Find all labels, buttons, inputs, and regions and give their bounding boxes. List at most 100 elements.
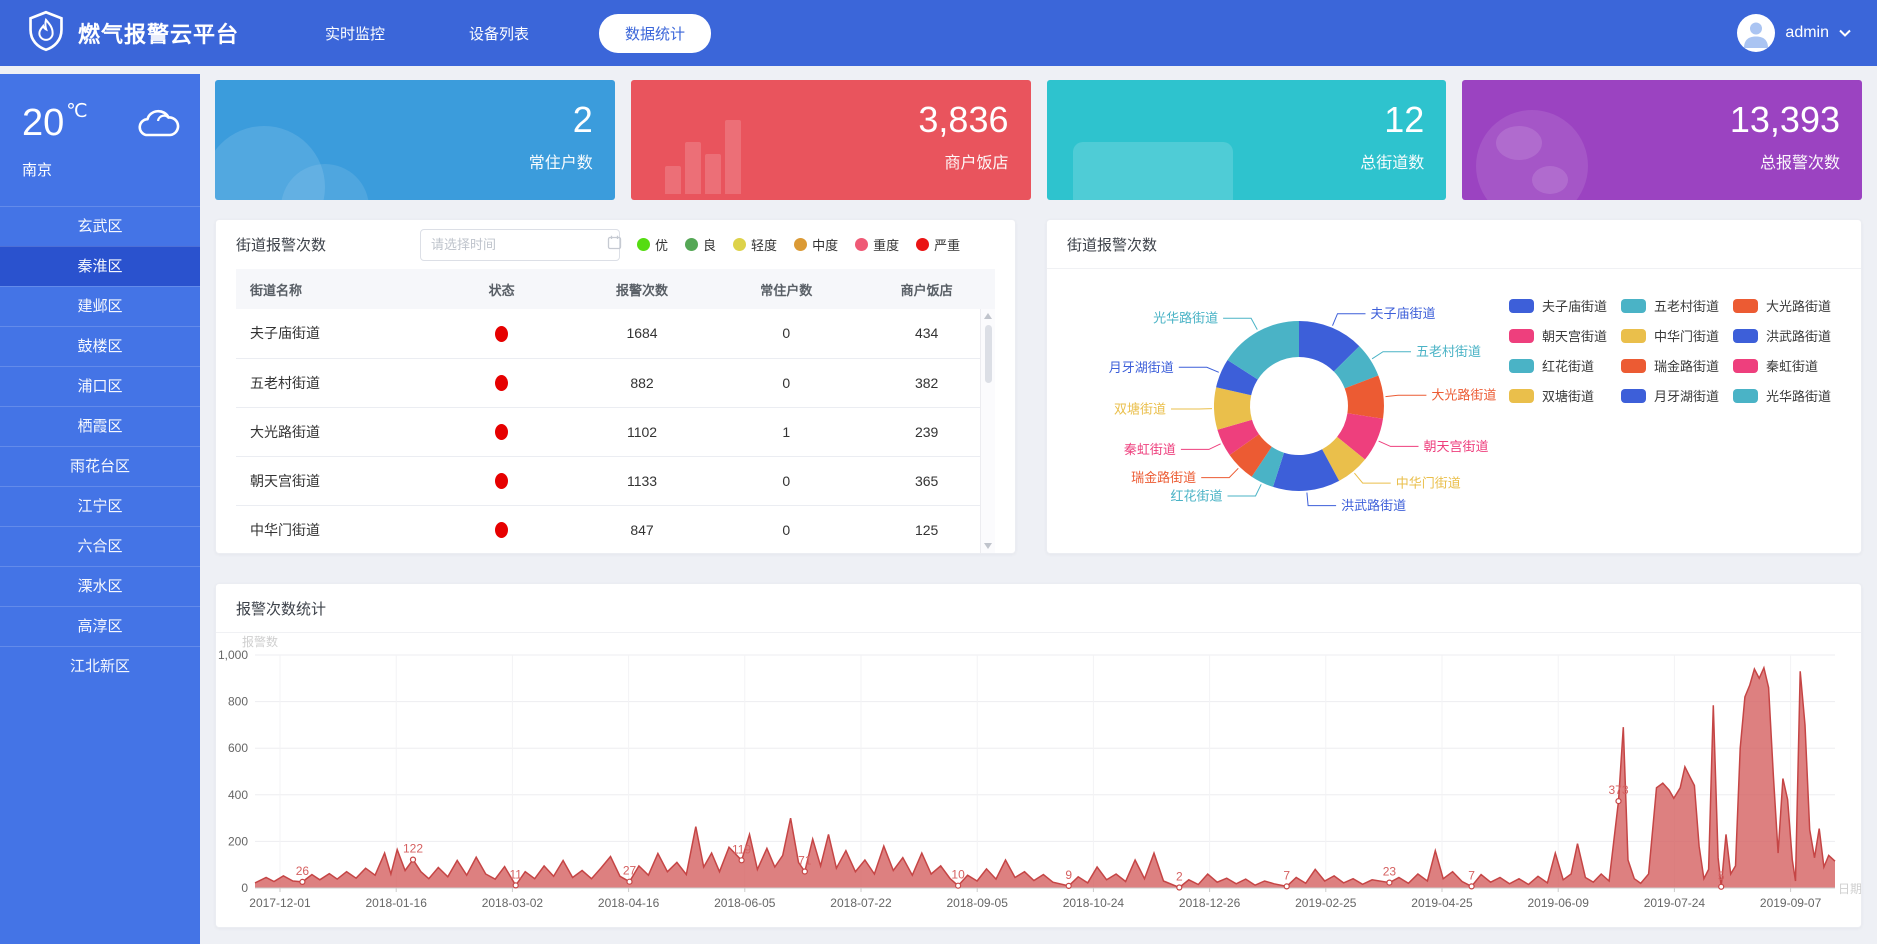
scrollbar-thumb[interactable]: [985, 325, 992, 383]
trend-line: [255, 668, 1835, 888]
data-point-label: 7: [1283, 868, 1290, 882]
table-row: 中华门街道8470125: [236, 505, 995, 554]
sidebar-item-district-1[interactable]: 秦淮区: [0, 246, 200, 286]
scroll-up-icon[interactable]: [984, 313, 992, 319]
street-name-cell: 夫子庙街道: [236, 309, 433, 358]
y-axis-name: 报警数: [242, 634, 278, 649]
donut-legend-item-1[interactable]: 五老村街道: [1621, 296, 1733, 315]
severity-item-4: 重度: [855, 235, 899, 254]
table-scrollbar[interactable]: [980, 309, 995, 553]
sidebar-item-district-2[interactable]: 建邺区: [0, 286, 200, 326]
donut-legend-item-0[interactable]: 夫子庙街道: [1509, 296, 1621, 315]
severity-dot: [637, 238, 650, 251]
donut-legend-item-7[interactable]: 瑞金路街道: [1621, 356, 1733, 375]
donut-legend-item-5[interactable]: 洪武路街道: [1733, 326, 1845, 345]
sidebar-item-district-3[interactable]: 鼓楼区: [0, 326, 200, 366]
legend-label: 红花街道: [1542, 356, 1594, 375]
sidebar-item-district-11[interactable]: 江北新区: [0, 646, 200, 686]
severity-item-2: 轻度: [733, 235, 777, 254]
status-cell: [433, 358, 570, 407]
legend-label: 朝天宫街道: [1542, 326, 1607, 345]
severity-dot: [794, 238, 807, 251]
stat-card-1: 3,836商户饭店: [631, 80, 1031, 200]
donut-label-line: [1379, 441, 1419, 446]
table-wrap: 街道名称状态报警次数常住户数商户饭店 夫子庙街道16840434五老村街道 882…: [236, 269, 995, 554]
sidebar-item-district-4[interactable]: 浦口区: [0, 366, 200, 406]
sidebar-item-district-8[interactable]: 六合区: [0, 526, 200, 566]
layout: 20℃ 南京 玄武区秦淮区建邺区鼓楼区浦口区栖霞区雨花台区江宁区六合区溧水区高淳…: [0, 66, 1877, 944]
sidebar-item-district-5[interactable]: 栖霞区: [0, 406, 200, 446]
data-point-label: 122: [403, 842, 423, 856]
column-header: 常住户数: [714, 269, 858, 309]
donut-legend-item-6[interactable]: 红花街道: [1509, 356, 1621, 375]
legend-label: 双塘街道: [1542, 386, 1594, 405]
donut-legend-item-8[interactable]: 秦虹街道: [1733, 356, 1845, 375]
table-panel-title: 街道报警次数: [236, 234, 326, 255]
legend-label: 夫子庙街道: [1542, 296, 1607, 315]
data-point-label: 71: [798, 854, 812, 868]
severity-label: 严重: [934, 235, 960, 254]
alarms-cell: 1133: [570, 456, 714, 505]
donut-label-line: [1354, 473, 1390, 483]
sidebar-item-district-10[interactable]: 高淳区: [0, 606, 200, 646]
x-tick-label: 2017-12-01: [249, 896, 311, 910]
scroll-down-icon[interactable]: [984, 543, 992, 549]
data-point-label: 23: [1383, 865, 1397, 879]
nav-item-1[interactable]: 设备列表: [455, 14, 543, 53]
donut-label-line: [1307, 493, 1336, 506]
legend-swatch: [1621, 359, 1646, 373]
alarms-cell: 882: [570, 358, 714, 407]
brand: 燃气报警云平台: [26, 10, 239, 57]
stat-card-value: 13,393: [1484, 100, 1840, 140]
donut-legend-item-2[interactable]: 大光路街道: [1733, 296, 1845, 315]
donut-legend-item-11[interactable]: 光华路街道: [1733, 386, 1845, 405]
sidebar-item-district-9[interactable]: 溧水区: [0, 566, 200, 606]
donut-legend-item-4[interactable]: 中华门街道: [1621, 326, 1733, 345]
donut-legend-item-9[interactable]: 双塘街道: [1509, 386, 1621, 405]
legend-swatch: [1509, 299, 1534, 313]
donut-legend-item-3[interactable]: 朝天宫街道: [1509, 326, 1621, 345]
sidebar-item-district-0[interactable]: 玄武区: [0, 206, 200, 246]
data-point-marker: [300, 879, 305, 884]
table-row: 夫子庙街道16840434: [236, 309, 995, 358]
column-header: 街道名称: [236, 269, 433, 309]
data-point-marker: [1719, 884, 1724, 889]
severity-label: 轻度: [751, 235, 777, 254]
main-nav: 实时监控 设备列表 数据统计: [311, 14, 711, 53]
legend-swatch: [1733, 299, 1758, 313]
nav-item-0[interactable]: 实时监控: [311, 14, 399, 53]
cloud-icon: [134, 108, 180, 145]
residents-cell: 0: [714, 358, 858, 407]
username: admin: [1785, 24, 1829, 42]
main-content: 2常住户数3,836商户饭店12总街道数13,393总报警次数 街道报警次数: [200, 66, 1877, 944]
sidebar-item-district-6[interactable]: 雨花台区: [0, 446, 200, 486]
stat-card-0: 2常住户数: [215, 80, 615, 200]
nav-item-2[interactable]: 数据统计: [599, 14, 711, 53]
page: 燃气报警云平台 实时监控设备列表数据统计 admin 20℃: [0, 0, 1877, 944]
column-header: 报警次数: [570, 269, 714, 309]
x-tick-label: 2019-02-25: [1295, 896, 1357, 910]
severity-label: 中度: [812, 235, 838, 254]
data-point-label: 10: [951, 868, 965, 882]
alarm-trend-chart[interactable]: 02004006008001,0002017-12-012018-01-1620…: [216, 633, 1861, 928]
trend-area: [255, 668, 1835, 888]
donut-legend-item-10[interactable]: 月牙湖街道: [1621, 386, 1733, 405]
x-tick-label: 2019-09-07: [1760, 896, 1822, 910]
avatar: [1737, 14, 1775, 52]
sidebar-item-district-7[interactable]: 江宁区: [0, 486, 200, 526]
donut-label-line: [1201, 468, 1238, 477]
date-picker-input[interactable]: [431, 237, 607, 252]
date-picker[interactable]: [420, 229, 620, 261]
legend-swatch: [1733, 389, 1758, 403]
stat-card-label: 常住户数: [237, 149, 593, 173]
table-head: 街道名称状态报警次数常住户数商户饭店: [236, 269, 995, 309]
moon-icon: [215, 80, 615, 200]
user-menu[interactable]: admin: [1737, 14, 1851, 52]
residents-cell: 0: [714, 309, 858, 358]
card-icon: [1047, 80, 1447, 200]
donut-label-line: [1223, 318, 1257, 329]
x-tick-label: 2019-04-25: [1411, 896, 1473, 910]
table-row: 五老村街道8820382: [236, 358, 995, 407]
street-name-cell: 五老村街道: [236, 358, 433, 407]
navbar: 燃气报警云平台 实时监控 设备列表 数据统计 admin: [0, 0, 1877, 66]
